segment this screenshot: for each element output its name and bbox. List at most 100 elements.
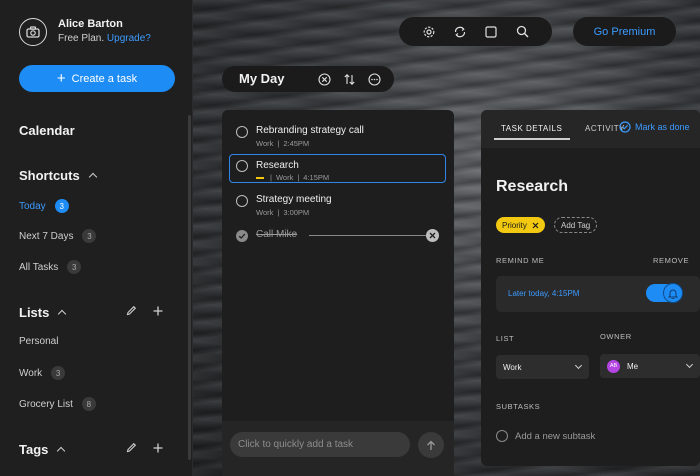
chevron-up-icon[interactable] bbox=[88, 172, 97, 182]
list-label: LIST bbox=[496, 334, 515, 343]
count-badge: 3 bbox=[51, 366, 66, 380]
mark-as-done-button[interactable]: Mark as done bbox=[619, 121, 690, 133]
lists-actions bbox=[126, 305, 163, 316]
task-checkbox[interactable] bbox=[236, 126, 248, 138]
task-time: 2:45PM bbox=[283, 139, 310, 148]
square-icon[interactable] bbox=[484, 25, 498, 39]
remind-me-label: REMIND ME bbox=[496, 256, 545, 265]
sidebar-item-grocery-list[interactable]: Grocery List 8 bbox=[19, 397, 96, 411]
go-premium-button[interactable]: Go Premium bbox=[573, 17, 676, 46]
add-subtask-button[interactable]: Add a new subtask bbox=[496, 430, 595, 442]
quick-add-bar bbox=[222, 421, 454, 476]
sort-icon[interactable] bbox=[342, 72, 356, 86]
plus-icon[interactable] bbox=[153, 443, 163, 453]
reminder-time: Later today, 4:15PM bbox=[508, 289, 580, 298]
task-name: Research bbox=[256, 160, 299, 171]
meta-separator: | bbox=[277, 208, 280, 217]
user-name: Alice Barton bbox=[58, 18, 123, 30]
plan-label: Free Plan. bbox=[58, 33, 105, 44]
lists-title: Lists bbox=[19, 305, 50, 320]
task-list-name: Work bbox=[256, 208, 274, 217]
tags-actions bbox=[126, 442, 163, 453]
close-icon[interactable] bbox=[532, 222, 539, 229]
task-name: Strategy meeting bbox=[256, 194, 332, 205]
mark-as-done-label: Mark as done bbox=[635, 122, 690, 132]
sidebar-item-next-7-days[interactable]: Next 7 Days 3 bbox=[19, 229, 97, 243]
subtasks-label: SUBTASKS bbox=[496, 402, 541, 411]
task-checkbox[interactable] bbox=[236, 160, 248, 172]
remove-reminder-button[interactable]: REMOVE bbox=[653, 256, 689, 265]
task-list-panel: Rebranding strategy call Work | 2:45PM R… bbox=[222, 110, 454, 476]
calendar-heading[interactable]: Calendar bbox=[19, 123, 75, 138]
list-select-value: Work bbox=[503, 362, 522, 372]
task-meta: | Work | 4:15PM bbox=[256, 173, 329, 182]
page-title: My Day bbox=[239, 71, 285, 86]
chevron-up-icon[interactable] bbox=[58, 309, 67, 319]
meta-separator: | bbox=[297, 173, 300, 182]
gear-icon[interactable] bbox=[422, 25, 436, 39]
quick-add-input[interactable] bbox=[230, 432, 410, 457]
close-circle-icon[interactable] bbox=[317, 72, 331, 86]
task-name: Rebranding strategy call bbox=[256, 125, 364, 136]
create-task-button[interactable]: + Create a task bbox=[19, 65, 175, 92]
sidebar-scrollbar[interactable] bbox=[188, 115, 191, 460]
task-item-selected[interactable]: Research | Work | 4:15PM bbox=[229, 154, 446, 183]
sidebar-item-all-tasks[interactable]: All Tasks 3 bbox=[19, 260, 82, 274]
check-circle-icon bbox=[619, 121, 631, 133]
sync-icon[interactable] bbox=[453, 25, 467, 39]
toggle-knob bbox=[663, 283, 683, 303]
shortcuts-heading[interactable]: Shortcuts bbox=[19, 168, 97, 183]
task-time: 4:15PM bbox=[303, 173, 330, 182]
chevron-down-icon bbox=[574, 361, 583, 370]
shortcuts-title: Shortcuts bbox=[19, 168, 80, 183]
tag-priority[interactable]: Priority bbox=[496, 217, 545, 233]
plus-icon[interactable] bbox=[153, 306, 163, 316]
owner-label: OWNER bbox=[600, 332, 632, 341]
pencil-icon[interactable] bbox=[126, 442, 137, 453]
calendar-title: Calendar bbox=[19, 123, 75, 138]
reminder-row[interactable]: Later today, 4:15PM bbox=[496, 276, 700, 312]
upgrade-link[interactable]: Upgrade? bbox=[107, 33, 151, 44]
close-icon bbox=[429, 232, 436, 239]
count-badge: 8 bbox=[81, 397, 96, 411]
sidebar: Alice Barton Free Plan. Upgrade? + Creat… bbox=[0, 0, 193, 476]
plus-icon: + bbox=[56, 69, 66, 87]
strike-line bbox=[309, 235, 426, 236]
sidebar-item-label: Work bbox=[19, 367, 43, 379]
send-button[interactable] bbox=[418, 432, 444, 458]
owner-avatar: AB bbox=[607, 359, 620, 373]
task-item-completed[interactable]: Call Mike bbox=[229, 226, 446, 246]
priority-mark bbox=[256, 176, 264, 179]
lists-heading[interactable]: Lists bbox=[19, 305, 67, 320]
search-icon[interactable] bbox=[515, 25, 529, 39]
task-item[interactable]: Rebranding strategy call Work | 2:45PM bbox=[229, 122, 446, 150]
user-plan: Free Plan. Upgrade? bbox=[58, 33, 151, 44]
task-meta: Work | 3:00PM bbox=[256, 208, 309, 217]
delete-task-button[interactable] bbox=[426, 229, 439, 242]
tags-title: Tags bbox=[19, 442, 49, 457]
check-icon bbox=[238, 233, 246, 239]
task-checkbox[interactable] bbox=[236, 195, 248, 207]
sidebar-item-label: Personal bbox=[19, 336, 59, 347]
avatar[interactable] bbox=[19, 18, 47, 46]
sidebar-item-label: Next 7 Days bbox=[19, 230, 74, 242]
sidebar-item-work[interactable]: Work 3 bbox=[19, 366, 66, 380]
sidebar-item-personal[interactable]: Personal bbox=[19, 336, 58, 347]
pencil-icon[interactable] bbox=[126, 305, 137, 316]
tags-heading[interactable]: Tags bbox=[19, 442, 66, 457]
task-title[interactable]: Research bbox=[496, 178, 568, 196]
chevron-up-icon[interactable] bbox=[57, 446, 66, 456]
sidebar-item-label: Grocery List bbox=[19, 398, 73, 410]
reminder-toggle[interactable] bbox=[646, 283, 683, 303]
task-meta: Work | 2:45PM bbox=[256, 139, 309, 148]
sidebar-item-today[interactable]: Today 3 bbox=[19, 199, 69, 213]
task-checkbox-checked[interactable] bbox=[236, 230, 248, 242]
subtask-checkbox bbox=[496, 430, 508, 442]
owner-select[interactable]: AB Me bbox=[600, 354, 700, 378]
task-list-name: Work bbox=[256, 139, 274, 148]
tab-task-details[interactable]: TASK DETAILS bbox=[501, 124, 562, 133]
task-item[interactable]: Strategy meeting Work | 3:00PM bbox=[229, 191, 446, 219]
list-select[interactable]: Work bbox=[496, 355, 589, 379]
add-tag-button[interactable]: Add Tag bbox=[554, 217, 598, 233]
more-icon[interactable] bbox=[367, 72, 381, 86]
